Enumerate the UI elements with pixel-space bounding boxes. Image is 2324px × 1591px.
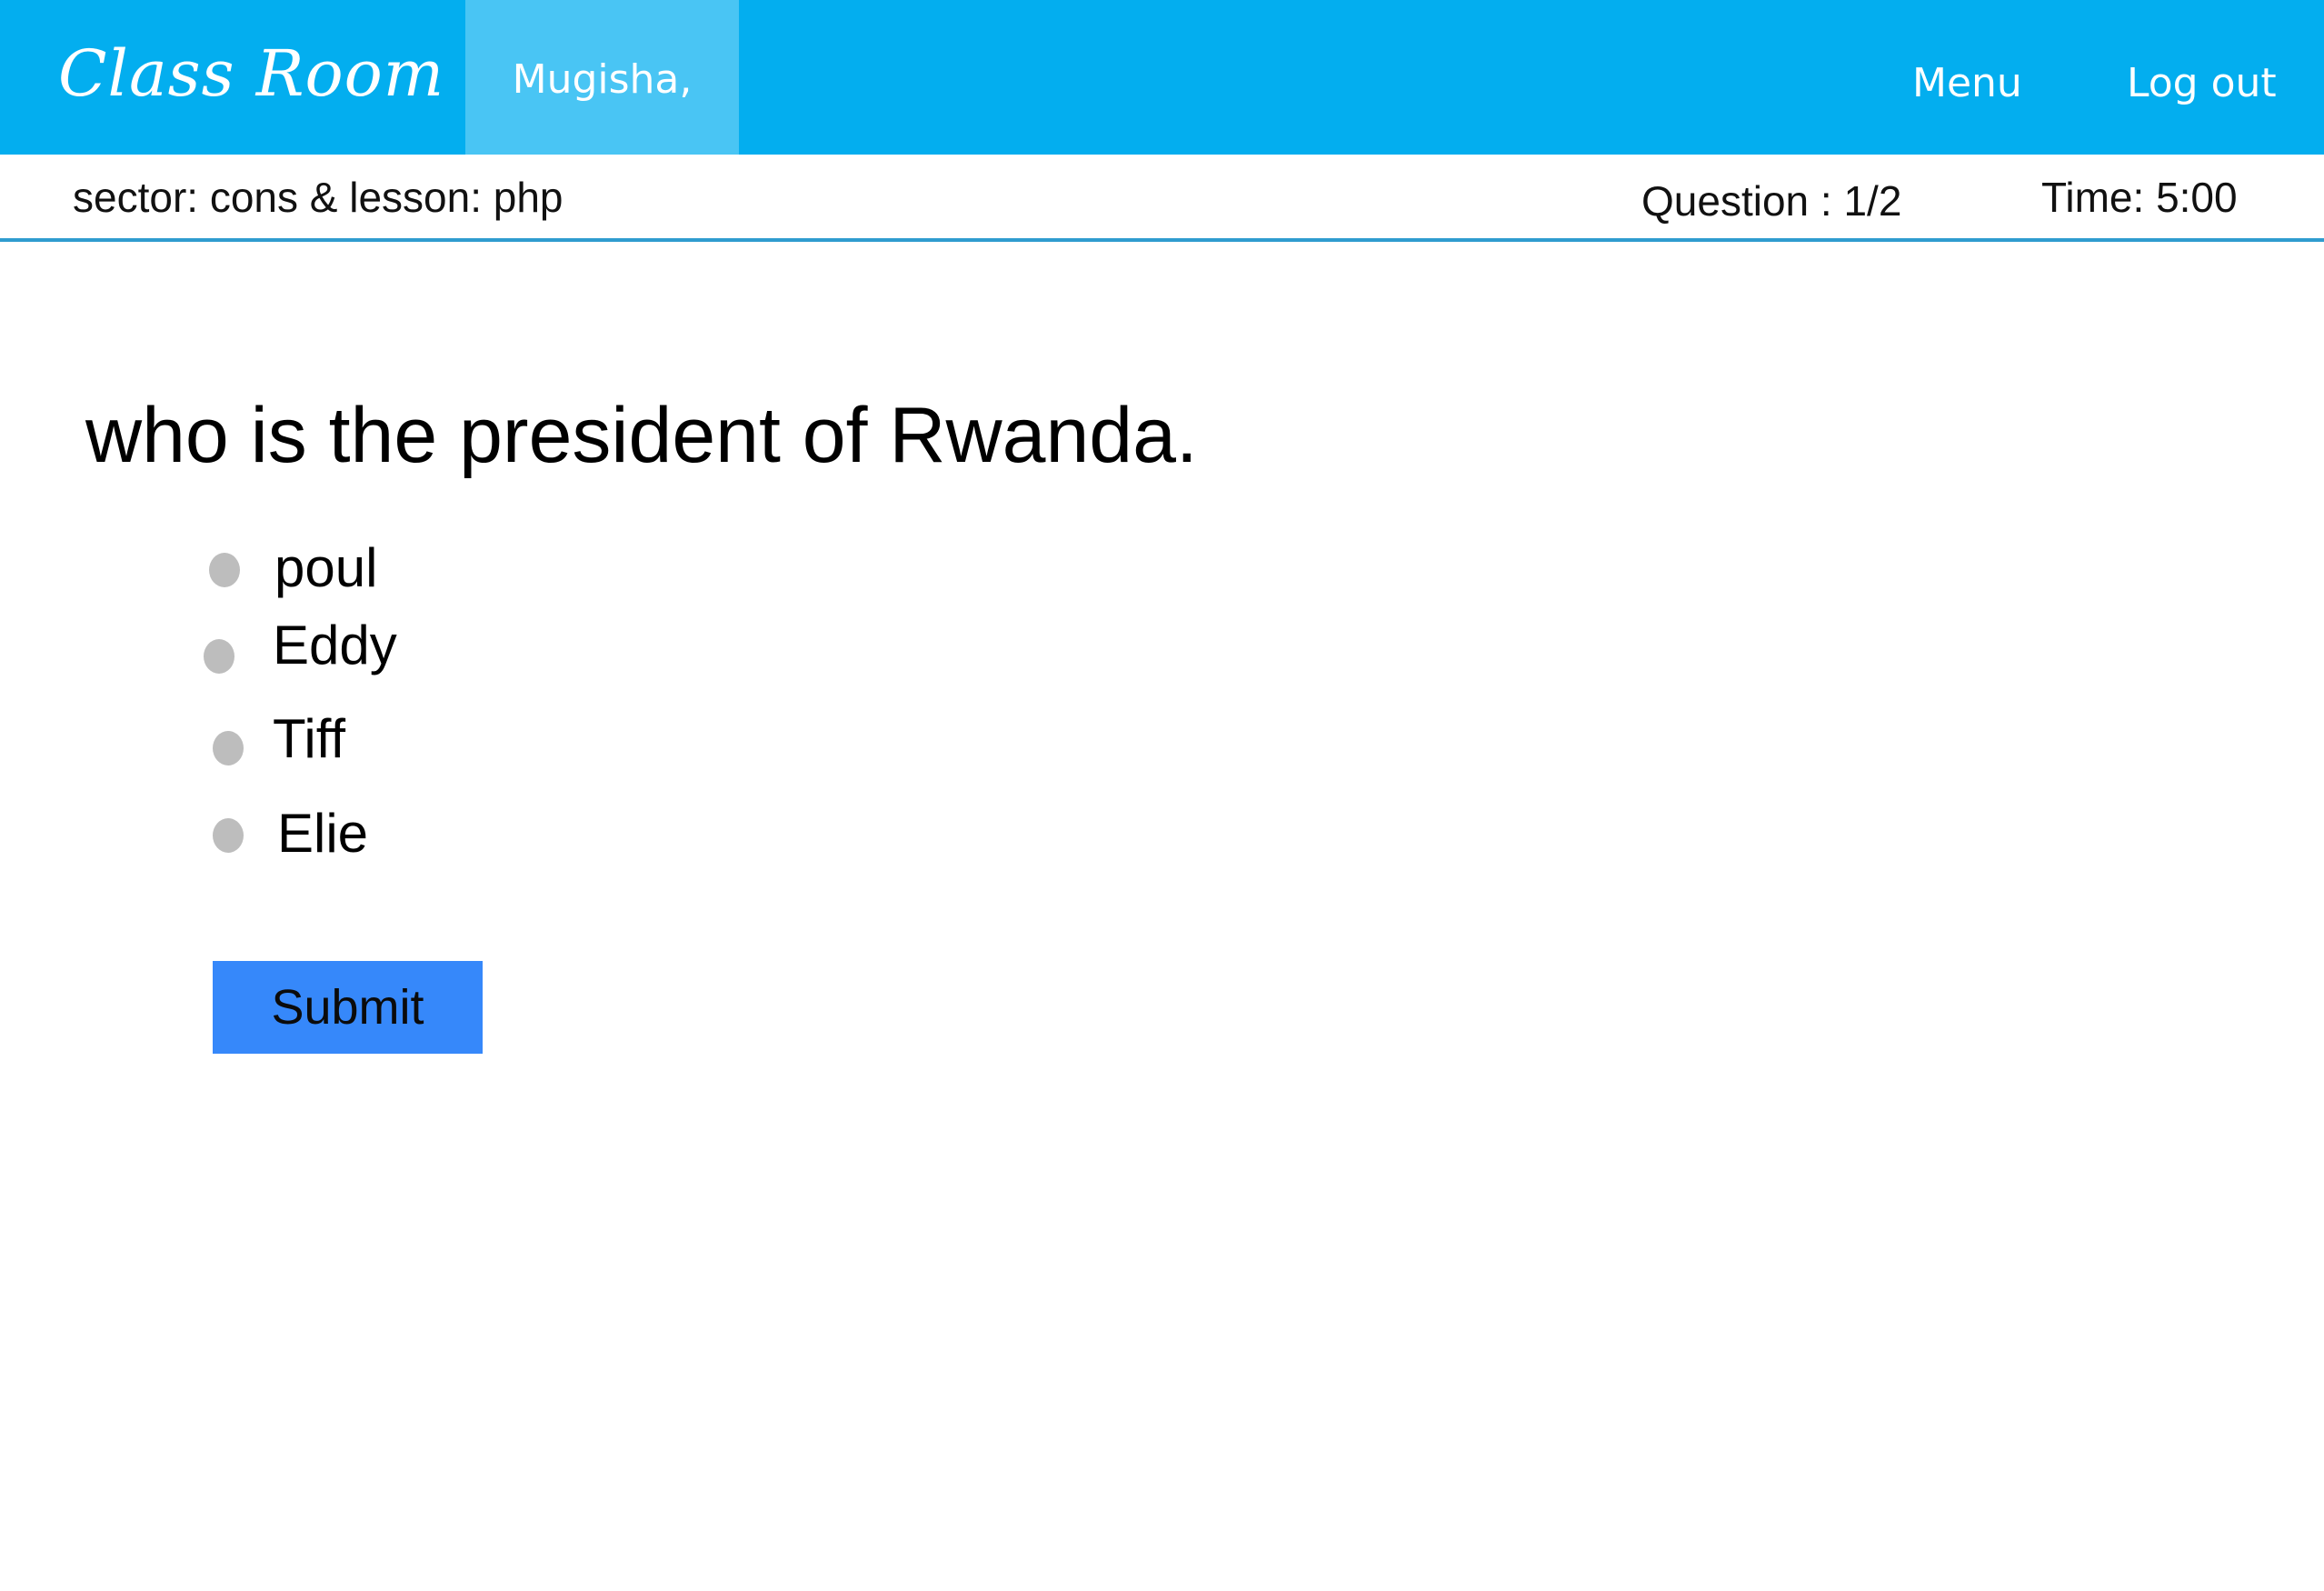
answer-option-label: poul (274, 537, 378, 598)
answer-option-label: Elie (277, 803, 369, 864)
timer: Time: 5:00 (2041, 174, 2238, 221)
question-text: who is the president of Rwanda. (85, 392, 1198, 479)
radio-button[interactable] (213, 731, 244, 765)
submit-button[interactable]: Submit (213, 961, 483, 1054)
logout-link[interactable]: Log out (2127, 60, 2277, 106)
user-name: Mugisha, (512, 56, 693, 103)
sector-lesson-label: sector: cons & lesson: php (73, 174, 564, 221)
quiz-info-bar: sector: cons & lesson: php Question : 1/… (0, 155, 2324, 242)
radio-button[interactable] (209, 553, 240, 587)
question-counter: Question : 1/2 (1641, 177, 1902, 225)
radio-button[interactable] (204, 639, 234, 674)
radio-button[interactable] (213, 818, 244, 853)
answer-option-label: Tiff (273, 708, 346, 769)
menu-link[interactable]: Menu (1912, 60, 2022, 106)
app-logo: Class Room (58, 36, 445, 111)
top-navbar: Class Room Mugisha, Menu Log out (0, 0, 2324, 155)
answer-option-label: Eddy (273, 615, 397, 675)
user-tab[interactable]: Mugisha, (465, 0, 739, 155)
